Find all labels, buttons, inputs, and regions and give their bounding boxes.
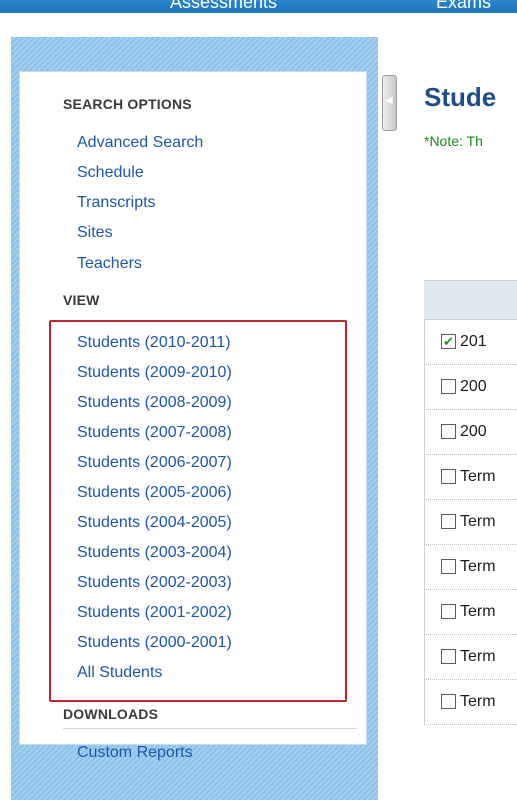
row-label: Term xyxy=(460,603,496,620)
table-row[interactable]: ✔ 201 xyxy=(424,320,517,365)
row-label: Term xyxy=(460,693,496,710)
chevron-left-icon: ◀ xyxy=(385,95,393,106)
link-students-2002-2003[interactable]: Students (2002-2003) xyxy=(77,574,232,592)
link-sites[interactable]: Sites xyxy=(77,224,113,242)
row-checkbox[interactable] xyxy=(441,694,456,709)
link-students-2000-2001[interactable]: Students (2000-2001) xyxy=(77,634,232,652)
link-students-2006-2007[interactable]: Students (2006-2007) xyxy=(77,454,232,472)
nav-exams[interactable]: Exams xyxy=(436,0,491,13)
table-row[interactable]: Term xyxy=(424,635,517,680)
table-row[interactable]: 200 xyxy=(424,410,517,455)
row-checkbox[interactable] xyxy=(441,514,456,529)
page-title: Stude xyxy=(424,82,497,112)
table-row[interactable]: 200 xyxy=(424,365,517,410)
link-all-students[interactable]: All Students xyxy=(77,664,162,682)
link-students-2010-2011[interactable]: Students (2010-2011) xyxy=(77,334,231,352)
row-checkbox[interactable] xyxy=(441,424,456,439)
link-teachers[interactable]: Teachers xyxy=(77,255,142,273)
link-custom-reports[interactable]: Custom Reports xyxy=(77,744,193,762)
note-text: *Note: Th xyxy=(424,133,483,149)
row-checkbox[interactable] xyxy=(441,649,456,664)
row-label: 201 xyxy=(460,333,487,350)
row-label: 200 xyxy=(460,378,487,395)
table-row[interactable]: Term xyxy=(424,545,517,590)
link-students-2005-2006[interactable]: Students (2005-2006) xyxy=(77,484,232,502)
row-checkbox[interactable] xyxy=(441,379,456,394)
top-nav-bar: Assessments Exams xyxy=(0,0,517,13)
view-heading: VIEW xyxy=(63,292,100,308)
table-header xyxy=(424,280,517,320)
downloads-heading: DOWNLOADS xyxy=(63,706,159,722)
link-students-2007-2008[interactable]: Students (2007-2008) xyxy=(77,424,232,442)
table-row[interactable]: Term xyxy=(424,500,517,545)
link-students-2008-2009[interactable]: Students (2008-2009) xyxy=(77,394,232,412)
link-students-2009-2010[interactable]: Students (2009-2010) xyxy=(77,364,232,382)
table-row[interactable]: Term xyxy=(424,680,517,725)
row-label: Term xyxy=(460,468,496,485)
table-row[interactable]: Term xyxy=(424,455,517,500)
row-label: Term xyxy=(460,648,496,665)
section-divider xyxy=(63,728,357,729)
link-advanced-search[interactable]: Advanced Search xyxy=(77,134,203,152)
link-students-2004-2005[interactable]: Students (2004-2005) xyxy=(77,514,232,532)
sidebar-collapse-handle[interactable]: ◀ xyxy=(382,75,397,131)
table-row[interactable]: Term xyxy=(424,590,517,635)
row-label: Term xyxy=(460,513,496,530)
link-students-2003-2004[interactable]: Students (2003-2004) xyxy=(77,544,232,562)
row-label: 200 xyxy=(460,423,487,440)
search-options-heading: SEARCH OPTIONS xyxy=(63,96,192,112)
row-checkbox[interactable] xyxy=(441,604,456,619)
row-checkbox[interactable] xyxy=(441,559,456,574)
row-checkbox[interactable]: ✔ xyxy=(441,334,456,349)
row-checkbox[interactable] xyxy=(441,469,456,484)
row-label: Term xyxy=(460,558,496,575)
link-transcripts[interactable]: Transcripts xyxy=(77,194,156,212)
link-schedule[interactable]: Schedule xyxy=(77,164,144,182)
nav-assessments[interactable]: Assessments xyxy=(170,0,277,13)
link-students-2001-2002[interactable]: Students (2001-2002) xyxy=(77,604,232,622)
